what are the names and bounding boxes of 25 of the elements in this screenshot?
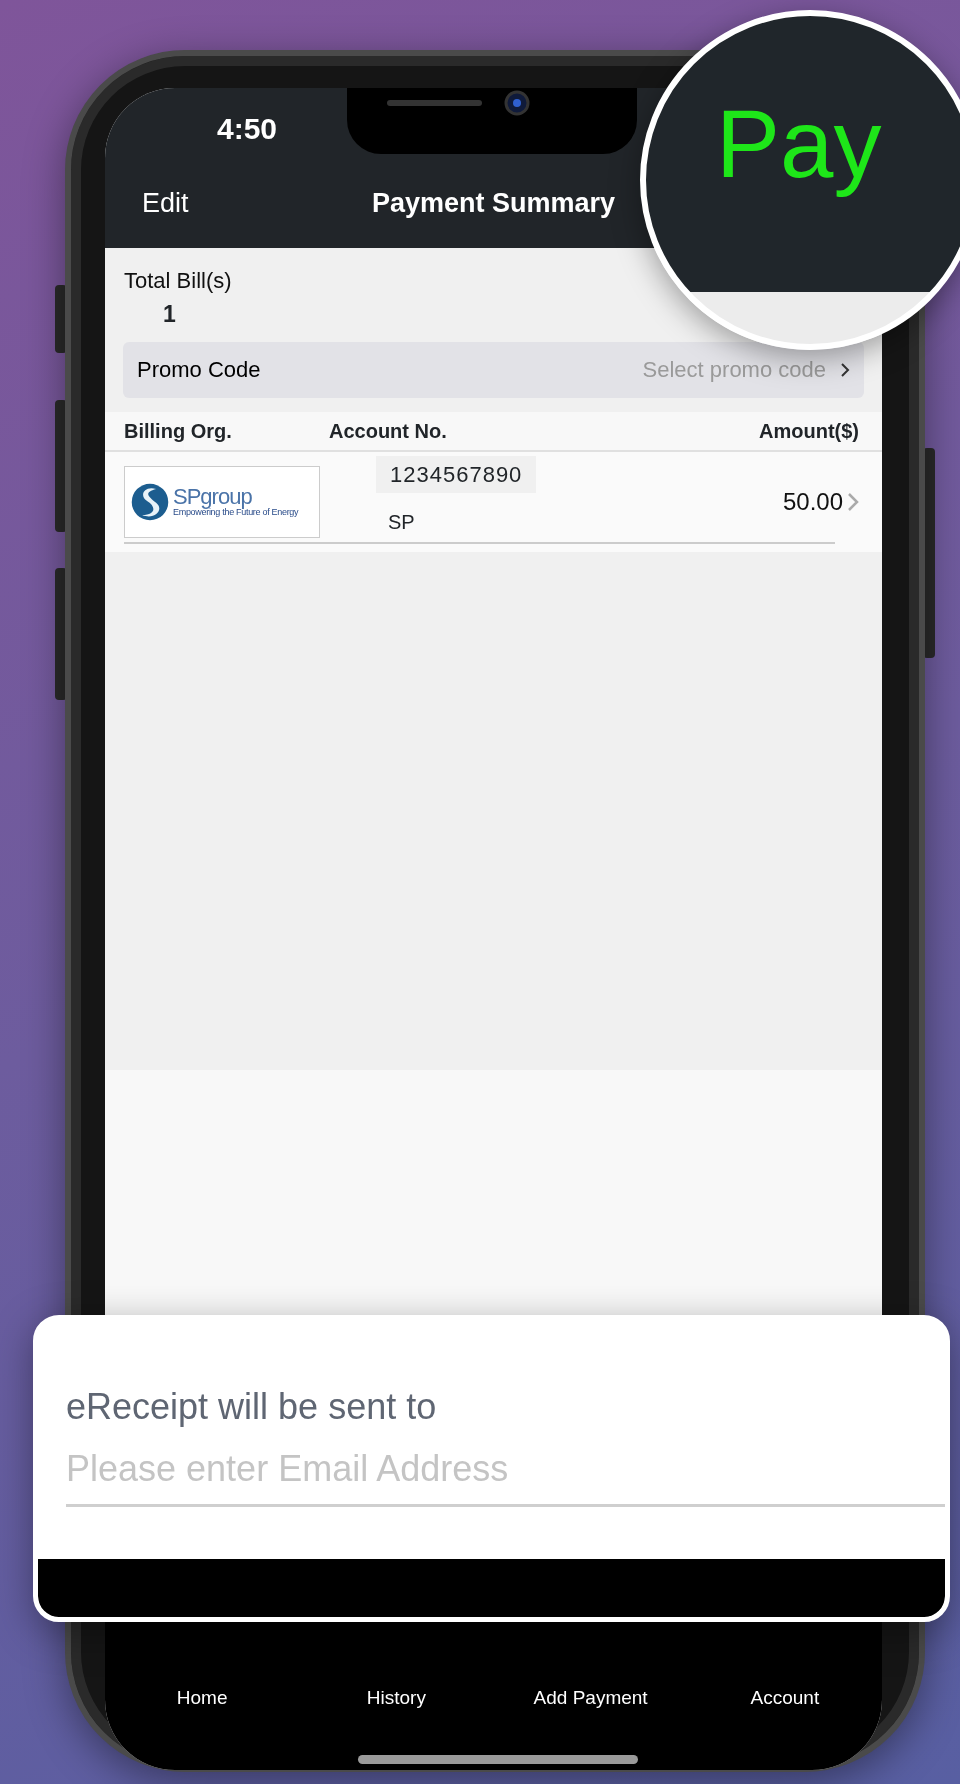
- chevron-icon: [840, 361, 850, 378]
- amount-link[interactable]: 50.00: [782, 483, 859, 520]
- chevron-icon: [847, 490, 859, 513]
- column-header: Billing Org.: [124, 418, 233, 444]
- total-bills-label: Total Bill(s): [124, 267, 233, 295]
- pay-label: Pay: [716, 96, 882, 199]
- tab-button[interactable]: Home: [176, 1684, 228, 1713]
- column-header: Amount($): [759, 418, 859, 444]
- logo-tagline: Empowering the Future of Energy: [173, 508, 299, 517]
- account-name: SP: [388, 509, 416, 535]
- total-bills-count: 1: [163, 300, 177, 329]
- account-number: 1234567890: [376, 455, 537, 493]
- screen-title: Payment Summary: [371, 186, 616, 220]
- promo-code-row[interactable]: Promo Code Select promo code: [123, 341, 864, 398]
- swirl-logo-icon: [130, 481, 170, 522]
- tab-button[interactable]: Add Payment: [533, 1684, 648, 1713]
- column-header: Account No.: [329, 418, 447, 444]
- edit-button[interactable]: Edit: [142, 182, 189, 224]
- receipt-label: eReceipt will be sent to: [66, 1385, 438, 1429]
- logo-name: SPgroup: [173, 486, 253, 508]
- tab-button[interactable]: History: [366, 1684, 426, 1713]
- bill-row[interactable]: SPgroup Empowering the Future of Energy 1234567890 SP 50.00: [105, 451, 882, 552]
- email-input-field[interactable]: Please enter Email Address: [66, 1438, 945, 1507]
- tab-button[interactable]: Account: [750, 1684, 820, 1713]
- status-time: 4:50: [217, 111, 278, 147]
